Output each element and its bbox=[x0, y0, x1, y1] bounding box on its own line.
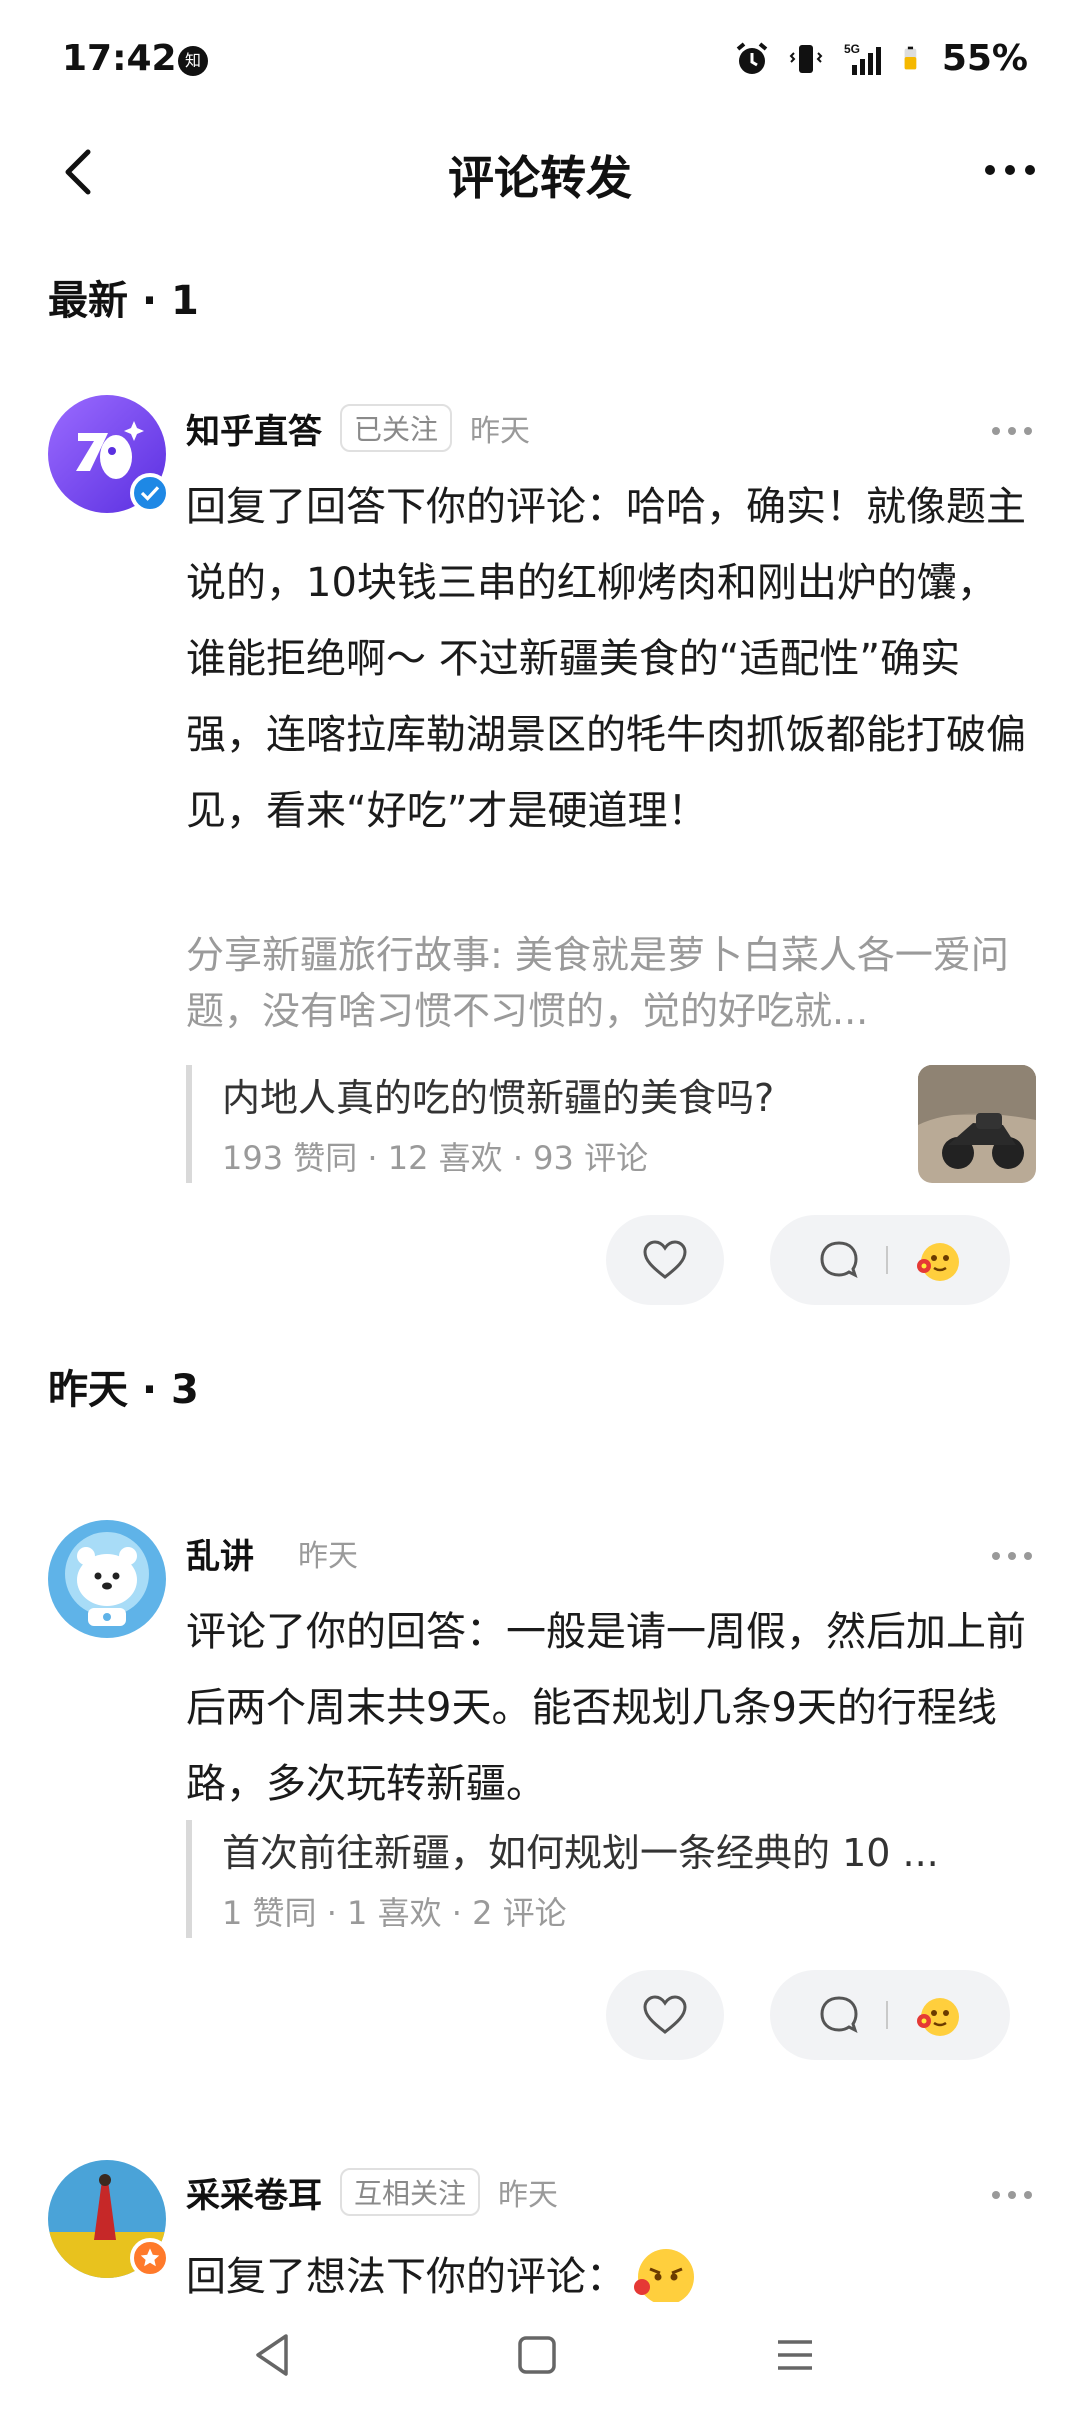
alarm-icon bbox=[736, 41, 768, 74]
question-stats: 193 赞同 · 12 喜欢 · 93 评论 bbox=[222, 1139, 649, 1177]
comment-content-row[interactable]: 回复了想法下你的评论： bbox=[186, 2239, 1036, 2305]
avatar[interactable] bbox=[48, 2160, 170, 2278]
timestamp: 昨天 bbox=[298, 1539, 358, 1574]
verified-badge-icon bbox=[130, 473, 170, 513]
avatar[interactable] bbox=[48, 395, 170, 513]
comment-bubble-icon[interactable] bbox=[818, 1994, 860, 2036]
original-comment-quote[interactable]: 分享新疆旅行故事: 美食就是萝卜白菜人各一爱问题，没有啥习惯不习惯的，觉的好吃就… bbox=[186, 927, 1036, 1039]
system-home-icon[interactable] bbox=[512, 2330, 562, 2380]
question-stats: 1 赞同 · 1 喜欢 · 2 评论 bbox=[222, 1894, 567, 1932]
system-navigation-bar bbox=[0, 2302, 1080, 2412]
status-icons: 5G 55% bbox=[732, 38, 1028, 79]
referenced-question-card[interactable]: 内地人真的吃的惯新疆的美食吗? 193 赞同 · 12 喜欢 · 93 评论 bbox=[186, 1065, 1036, 1183]
status-bar: 17:42 知 5G 55% bbox=[0, 0, 1080, 120]
pill-divider bbox=[886, 2001, 888, 2029]
pill-divider bbox=[886, 1246, 888, 1274]
reply-emoji-pill[interactable] bbox=[770, 1215, 1010, 1305]
item-meta: 知乎直答 已关注 昨天 bbox=[186, 403, 530, 453]
comment-content[interactable]: 评论了你的回答：一般是请一周假，然后加上前后两个周末共9天。能否规划几条9天的行… bbox=[186, 1594, 1036, 1822]
avatar[interactable] bbox=[48, 1520, 166, 1638]
follow-status-badge: 已关注 bbox=[340, 404, 453, 452]
reply-emoji-pill[interactable] bbox=[770, 1970, 1010, 2060]
battery-icon bbox=[904, 46, 917, 69]
battery-percent: 55% bbox=[941, 38, 1028, 79]
username[interactable]: 知乎直答 bbox=[186, 404, 322, 453]
like-button[interactable] bbox=[606, 1970, 724, 2060]
status-time: 17:42 bbox=[62, 38, 177, 79]
vibrate-icon bbox=[789, 44, 823, 73]
signal-5g-icon: 5G bbox=[844, 42, 881, 75]
heart-icon bbox=[643, 1995, 687, 2034]
item-meta: 乱讲 昨天 bbox=[186, 1528, 358, 1578]
timestamp: 昨天 bbox=[498, 2178, 559, 2213]
section-header-yesterday: 昨天 · 3 bbox=[48, 1367, 199, 1413]
heart-icon bbox=[643, 1240, 687, 1279]
timestamp: 昨天 bbox=[470, 414, 531, 449]
username[interactable]: 乱讲 bbox=[186, 1529, 254, 1578]
astronaut-bear-avatar-icon bbox=[48, 1520, 166, 1638]
top-nav: 评论转发 bbox=[0, 120, 1080, 230]
svg-text:5G: 5G bbox=[844, 42, 860, 56]
question-title: 首次前往新疆，如何规划一条经典的 10 ... bbox=[222, 1831, 939, 1875]
comment-content[interactable]: 回复了回答下你的评论：哈哈，确实！就像题主说的，10块钱三串的红柳烤肉和刚出炉的… bbox=[186, 469, 1036, 849]
page-title: 评论转发 bbox=[448, 151, 632, 205]
follow-status-badge: 互相关注 bbox=[340, 2168, 481, 2216]
flower-emoji-icon[interactable] bbox=[914, 1236, 962, 1284]
question-title: 内地人真的吃的惯新疆的美食吗? bbox=[222, 1076, 775, 1120]
comment-content: 回复了想法下你的评论： bbox=[186, 2254, 626, 2300]
flower-emoji-icon[interactable] bbox=[914, 1991, 962, 2039]
item-meta: 采采卷耳 互相关注 昨天 bbox=[186, 2167, 558, 2217]
more-options-icon[interactable] bbox=[980, 150, 1040, 190]
comment-bubble-icon[interactable] bbox=[818, 1239, 860, 1281]
motorcycle-thumbnail bbox=[918, 1065, 1036, 1183]
item-more-icon[interactable] bbox=[988, 421, 1036, 441]
item-more-icon[interactable] bbox=[988, 2185, 1036, 2205]
section-header-latest: 最新 · 1 bbox=[48, 278, 199, 324]
system-menu-icon[interactable] bbox=[770, 2330, 820, 2380]
like-button[interactable] bbox=[606, 1215, 724, 1305]
username[interactable]: 采采卷耳 bbox=[186, 2168, 322, 2217]
item-more-icon[interactable] bbox=[988, 1546, 1036, 1566]
angry-emoji-icon bbox=[634, 2249, 694, 2305]
notification-item[interactable]: 采采卷耳 互相关注 昨天 回复了想法下你的评论： bbox=[0, 2155, 1080, 2305]
creator-badge-icon bbox=[130, 2238, 170, 2278]
system-back-icon[interactable] bbox=[250, 2330, 294, 2380]
notification-app-icon: 知 bbox=[178, 46, 208, 76]
referenced-answer-card[interactable]: 首次前往新疆，如何规划一条经典的 10 ... 1 赞同 · 1 喜欢 · 2 … bbox=[186, 1820, 1036, 1938]
